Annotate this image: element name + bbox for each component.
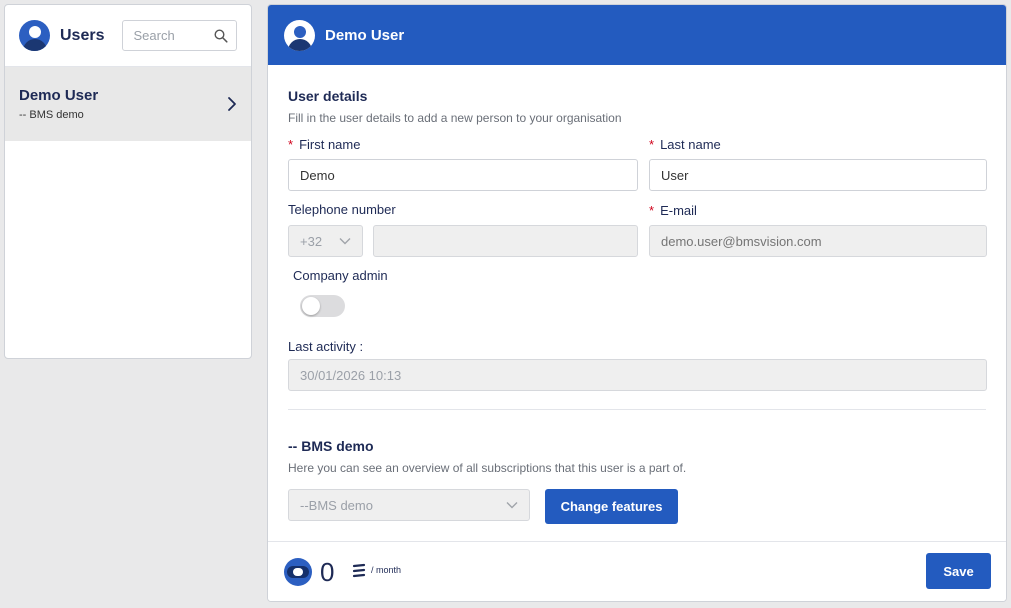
section-divider [288,409,986,410]
chevron-down-icon [339,238,351,245]
users-sidebar: Users Demo User -- BMS demo [4,4,252,359]
telephone-label: Telephone number [288,202,396,217]
user-avatar-icon [284,19,315,51]
last-activity-input [288,359,987,391]
required-asterisk: * [649,203,655,218]
company-admin-label: Company admin [293,268,388,283]
first-name-label: * First name [288,137,360,152]
last-name-input[interactable] [649,159,987,191]
credits-icon [284,558,312,586]
user-list-item[interactable]: Demo User -- BMS demo [5,67,251,141]
last-name-label: * Last name [649,137,721,152]
required-asterisk: * [288,137,294,152]
telephone-input [373,225,638,257]
user-item-name: Demo User [19,87,99,104]
user-detail-panel: Demo User User details Fill in the user … [267,4,1007,602]
user-details-title: User details [288,88,368,104]
search-icon[interactable] [214,28,228,43]
toggle-knob [302,297,320,315]
panel-content: User details Fill in the user details to… [268,65,1006,543]
last-activity-label: Last activity : [288,339,364,354]
currency-icon [352,563,366,578]
user-details-subtitle: Fill in the user details to add a new pe… [288,111,622,125]
country-code-select: +32 [288,225,363,257]
panel-footer: 0 / month Save [268,541,1006,601]
per-month-label: / month [371,565,402,575]
required-asterisk: * [649,137,655,152]
subscription-select-value: --BMS demo [300,497,373,513]
credit-count: 0 [320,557,335,587]
panel-header: Demo User [268,5,1006,65]
sidebar-title: Users [60,26,105,44]
first-name-label-text: First name [299,137,361,152]
panel-title: Demo User [325,26,405,44]
user-item-org: -- BMS demo [19,109,84,121]
last-name-label-text: Last name [660,137,721,152]
save-button[interactable]: Save [926,553,991,589]
chevron-right-icon [228,97,236,111]
email-label: * E-mail [649,203,697,218]
first-name-input[interactable] [288,159,638,191]
subscription-title: -- BMS demo [288,438,374,454]
country-code-value: +32 [300,233,323,249]
change-features-button[interactable]: Change features [545,489,678,524]
email-input [649,225,987,257]
subscription-select: --BMS demo [288,489,530,521]
sidebar-header: Users [5,5,251,67]
search-box[interactable] [122,20,237,51]
chevron-down-icon [506,502,518,509]
email-label-text: E-mail [660,203,697,218]
search-input[interactable] [133,28,214,43]
subscription-subtitle: Here you can see an overview of all subs… [288,461,687,475]
company-admin-toggle[interactable] [300,295,345,317]
users-avatar-icon [19,20,50,51]
